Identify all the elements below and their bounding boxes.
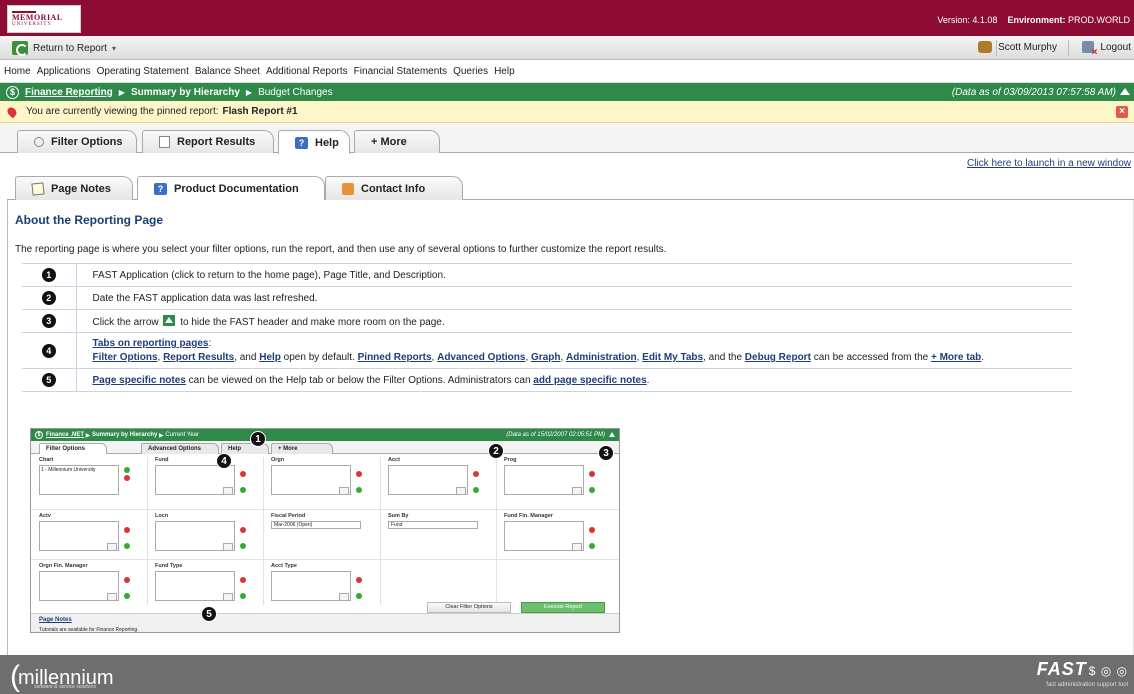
return-label: Return to Report bbox=[33, 42, 107, 54]
main-menu: Home Applications Operating Statement Ba… bbox=[0, 61, 1134, 83]
breadcrumb: $ Finance Reporting ▶ Summary by Hierarc… bbox=[0, 83, 1134, 101]
step-text: Tabs on reporting pages: Filter Options,… bbox=[76, 332, 1072, 369]
menu-balance-sheet[interactable]: Balance Sheet bbox=[195, 66, 260, 77]
pin-icon bbox=[5, 105, 19, 118]
data-as-of: (Data as of 03/09/2013 07:57:58 AM) bbox=[951, 86, 1116, 98]
menu-queries[interactable]: Queries bbox=[453, 66, 488, 77]
step-badge: 1 bbox=[41, 268, 56, 282]
contact-icon bbox=[342, 182, 354, 195]
logo-line1: MEMORIAL bbox=[12, 13, 63, 22]
steps-table: 1 FAST Application (click to return to t… bbox=[22, 263, 1072, 392]
top-banner: MEMORIAL UNIVERSITY Version: 4.1.08 Envi… bbox=[0, 0, 1134, 36]
page-specific-notes-link[interactable]: Page specific notes bbox=[93, 375, 186, 386]
breadcrumb-page: Summary by Hierarchy bbox=[130, 86, 240, 98]
tab-product-documentation[interactable]: ? Product Documentation bbox=[137, 176, 325, 200]
university-logo[interactable]: MEMORIAL UNIVERSITY bbox=[7, 5, 81, 33]
step-badge: 2 bbox=[41, 291, 56, 305]
debug-report-link[interactable]: Debug Report bbox=[745, 352, 811, 363]
intro-text: The reporting page is where you select y… bbox=[15, 244, 667, 255]
tab-filter-options[interactable]: Filter Options bbox=[17, 130, 137, 153]
step-badge: 4 bbox=[41, 343, 56, 358]
footer: (millennium software & service solutions… bbox=[0, 655, 1134, 694]
filter-options-link[interactable]: Filter Options bbox=[93, 352, 158, 363]
table-row: 2 Date the FAST application data was las… bbox=[22, 286, 1072, 310]
help-link[interactable]: Help bbox=[259, 352, 281, 363]
step-text: Page specific notes can be viewed on the… bbox=[76, 368, 1072, 392]
callout-badge: 2 bbox=[488, 443, 504, 459]
return-icon bbox=[12, 41, 28, 56]
menu-financial-statements[interactable]: Financial Statements bbox=[354, 66, 447, 77]
help-tabs: Page Notes ? Product Documentation Conta… bbox=[7, 176, 1134, 200]
reporting-page-screenshot: $ Finance .NET ▶ Summary by Hierarchy ▶ … bbox=[30, 428, 620, 633]
fast-tagline: fast administration support tool bbox=[1046, 682, 1128, 688]
callout-badge: 3 bbox=[598, 445, 614, 461]
collapse-arrow-icon bbox=[163, 314, 176, 326]
pinned-report-name: Flash Report #1 bbox=[222, 106, 298, 117]
table-row: 3 Click the arrow to hide the FAST heade… bbox=[22, 309, 1072, 333]
logout-label: Logout bbox=[1100, 41, 1131, 53]
advanced-options-link[interactable]: Advanced Options bbox=[437, 352, 525, 363]
page-title: About the Reporting Page bbox=[15, 213, 163, 227]
callout-badge: 5 bbox=[201, 606, 217, 622]
add-page-specific-notes-link[interactable]: add page specific notes bbox=[533, 375, 646, 386]
more-tab-link[interactable]: + More tab bbox=[931, 352, 981, 363]
dollar-icon[interactable]: $ bbox=[6, 85, 19, 99]
administration-link[interactable]: Administration bbox=[566, 352, 637, 363]
note-icon bbox=[31, 181, 45, 196]
menu-home[interactable]: Home bbox=[4, 66, 31, 77]
logo-line2: UNIVERSITY bbox=[12, 22, 52, 27]
arrow-right-icon: ▶ bbox=[118, 87, 125, 97]
edit-my-tabs-link[interactable]: Edit My Tabs bbox=[642, 352, 703, 363]
report-results-link[interactable]: Report Results bbox=[163, 352, 234, 363]
user-button[interactable]: Scott Murphy bbox=[978, 41, 1057, 53]
table-row: 5 Page specific notes can be viewed on t… bbox=[22, 368, 1072, 392]
step-badge: 3 bbox=[41, 314, 56, 328]
table-row: 4 Tabs on reporting pages: Filter Option… bbox=[22, 332, 1072, 369]
search-icon bbox=[34, 137, 44, 147]
close-icon[interactable]: × bbox=[1116, 106, 1128, 118]
menu-applications[interactable]: Applications bbox=[37, 66, 91, 77]
main-tabs: Filter Options Report Results ? Help + M… bbox=[0, 123, 1134, 154]
chevron-down-icon: ▾ bbox=[111, 43, 116, 53]
callout-badge: 1 bbox=[250, 431, 266, 447]
breadcrumb-desc: Budget Changes bbox=[258, 86, 333, 98]
tab-report-results[interactable]: Report Results bbox=[142, 130, 274, 153]
table-row: 1 FAST Application (click to return to t… bbox=[22, 263, 1072, 287]
help-icon: ? bbox=[154, 182, 167, 195]
pinned-text: You are currently viewing the pinned rep… bbox=[26, 106, 219, 117]
pinned-reports-link[interactable]: Pinned Reports bbox=[358, 352, 432, 363]
step-text: Date the FAST application data was last … bbox=[76, 286, 1072, 310]
logout-icon bbox=[1082, 41, 1097, 58]
user-name: Scott Murphy bbox=[998, 41, 1057, 53]
document-icon bbox=[159, 136, 170, 148]
tab-help[interactable]: ? Help bbox=[278, 130, 350, 154]
arrow-right-icon: ▶ bbox=[245, 87, 253, 97]
user-icon bbox=[978, 41, 993, 53]
callout-badge: 4 bbox=[216, 453, 232, 469]
tab-more[interactable]: + More bbox=[354, 130, 440, 153]
tabs-on-reporting-pages-link[interactable]: Tabs on reporting pages bbox=[93, 338, 209, 349]
tab-contact-info[interactable]: Contact Info bbox=[325, 176, 463, 200]
breadcrumb-app-link[interactable]: Finance Reporting bbox=[25, 87, 113, 98]
dollar-icon: $ bbox=[35, 431, 43, 439]
step-text: FAST Application (click to return to the… bbox=[76, 263, 1072, 287]
millennium-tagline: software & service solutions bbox=[34, 684, 96, 690]
pinned-report-bar: You are currently viewing the pinned rep… bbox=[0, 101, 1134, 123]
version-info: Version: 4.1.08 Environment: PROD.WORLD bbox=[937, 15, 1130, 25]
menu-additional-reports[interactable]: Additional Reports bbox=[266, 66, 348, 77]
help-icon: ? bbox=[295, 136, 308, 149]
menu-help[interactable]: Help bbox=[494, 66, 515, 77]
fast-logo: FAST $ ◎ ◎ bbox=[1036, 659, 1128, 679]
return-to-report-button[interactable]: Return to Report ▾ bbox=[12, 40, 116, 56]
graph-link[interactable]: Graph bbox=[531, 352, 560, 363]
tab-page-notes[interactable]: Page Notes bbox=[15, 176, 133, 200]
launch-new-window-link[interactable]: Click here to launch in a new window bbox=[967, 158, 1131, 169]
logout-button[interactable]: Logout bbox=[1082, 41, 1131, 58]
collapse-header-icon[interactable] bbox=[1120, 88, 1130, 95]
step-badge: 5 bbox=[41, 373, 56, 387]
toolbar: Return to Report ▾ Scott Murphy Logout bbox=[0, 36, 1134, 60]
menu-operating-statement[interactable]: Operating Statement bbox=[97, 66, 189, 77]
step-text: Click the arrow to hide the FAST header … bbox=[76, 309, 1072, 333]
collapse-header-icon bbox=[609, 432, 615, 437]
